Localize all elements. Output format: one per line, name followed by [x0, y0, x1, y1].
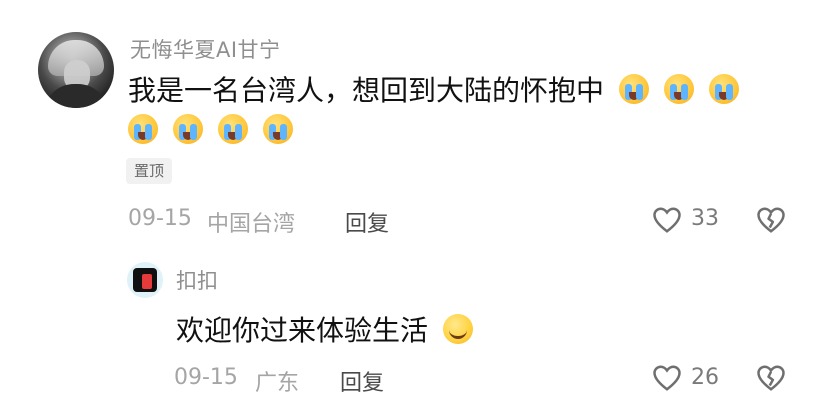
loudly-crying-face-icon [217, 114, 248, 144]
pinned-badge: 置顶 [126, 158, 173, 184]
heart-outline-icon[interactable] [652, 206, 682, 234]
reply-text-content: 欢迎你过来体验生活 [176, 314, 429, 347]
reply-location: 广东 [255, 371, 300, 396]
broken-heart-icon[interactable] [756, 206, 786, 234]
like-count: 33 [691, 206, 719, 231]
broken-heart-icon[interactable] [756, 364, 786, 392]
loudly-crying-face-icon [172, 114, 203, 144]
loudly-crying-face-icon [128, 114, 158, 144]
heart-outline-icon[interactable] [652, 364, 682, 392]
reply-avatar[interactable] [127, 262, 163, 298]
loudly-crying-face-icon [708, 74, 739, 104]
reply-username[interactable]: 扣扣 [176, 265, 218, 295]
reply-date: 09-15 [174, 365, 238, 390]
avatar-red-mark [142, 274, 152, 289]
reply-reply-button[interactable]: 回复 [340, 365, 384, 397]
avatar-coat [44, 84, 108, 108]
smiling-face-icon [442, 314, 473, 344]
comment-location: 中国台湾 [207, 212, 296, 237]
loudly-crying-face-icon [663, 74, 694, 104]
comment-text-content: 我是一名台湾人，想回到大陆的怀抱中 [128, 74, 605, 107]
comment-date: 09-15 [128, 206, 192, 231]
reply-text: 欢迎你过来体验生活 [176, 311, 473, 351]
comment-text: 我是一名台湾人，想回到大陆的怀抱中 [128, 71, 768, 151]
reply-button[interactable]: 回复 [345, 206, 389, 238]
avatar[interactable] [38, 32, 114, 108]
loudly-crying-face-icon [262, 114, 293, 144]
reply-like-count: 26 [691, 365, 719, 390]
comment-username[interactable]: 无悔华夏AI甘宁 [130, 34, 281, 64]
loudly-crying-face-icon [618, 74, 649, 104]
